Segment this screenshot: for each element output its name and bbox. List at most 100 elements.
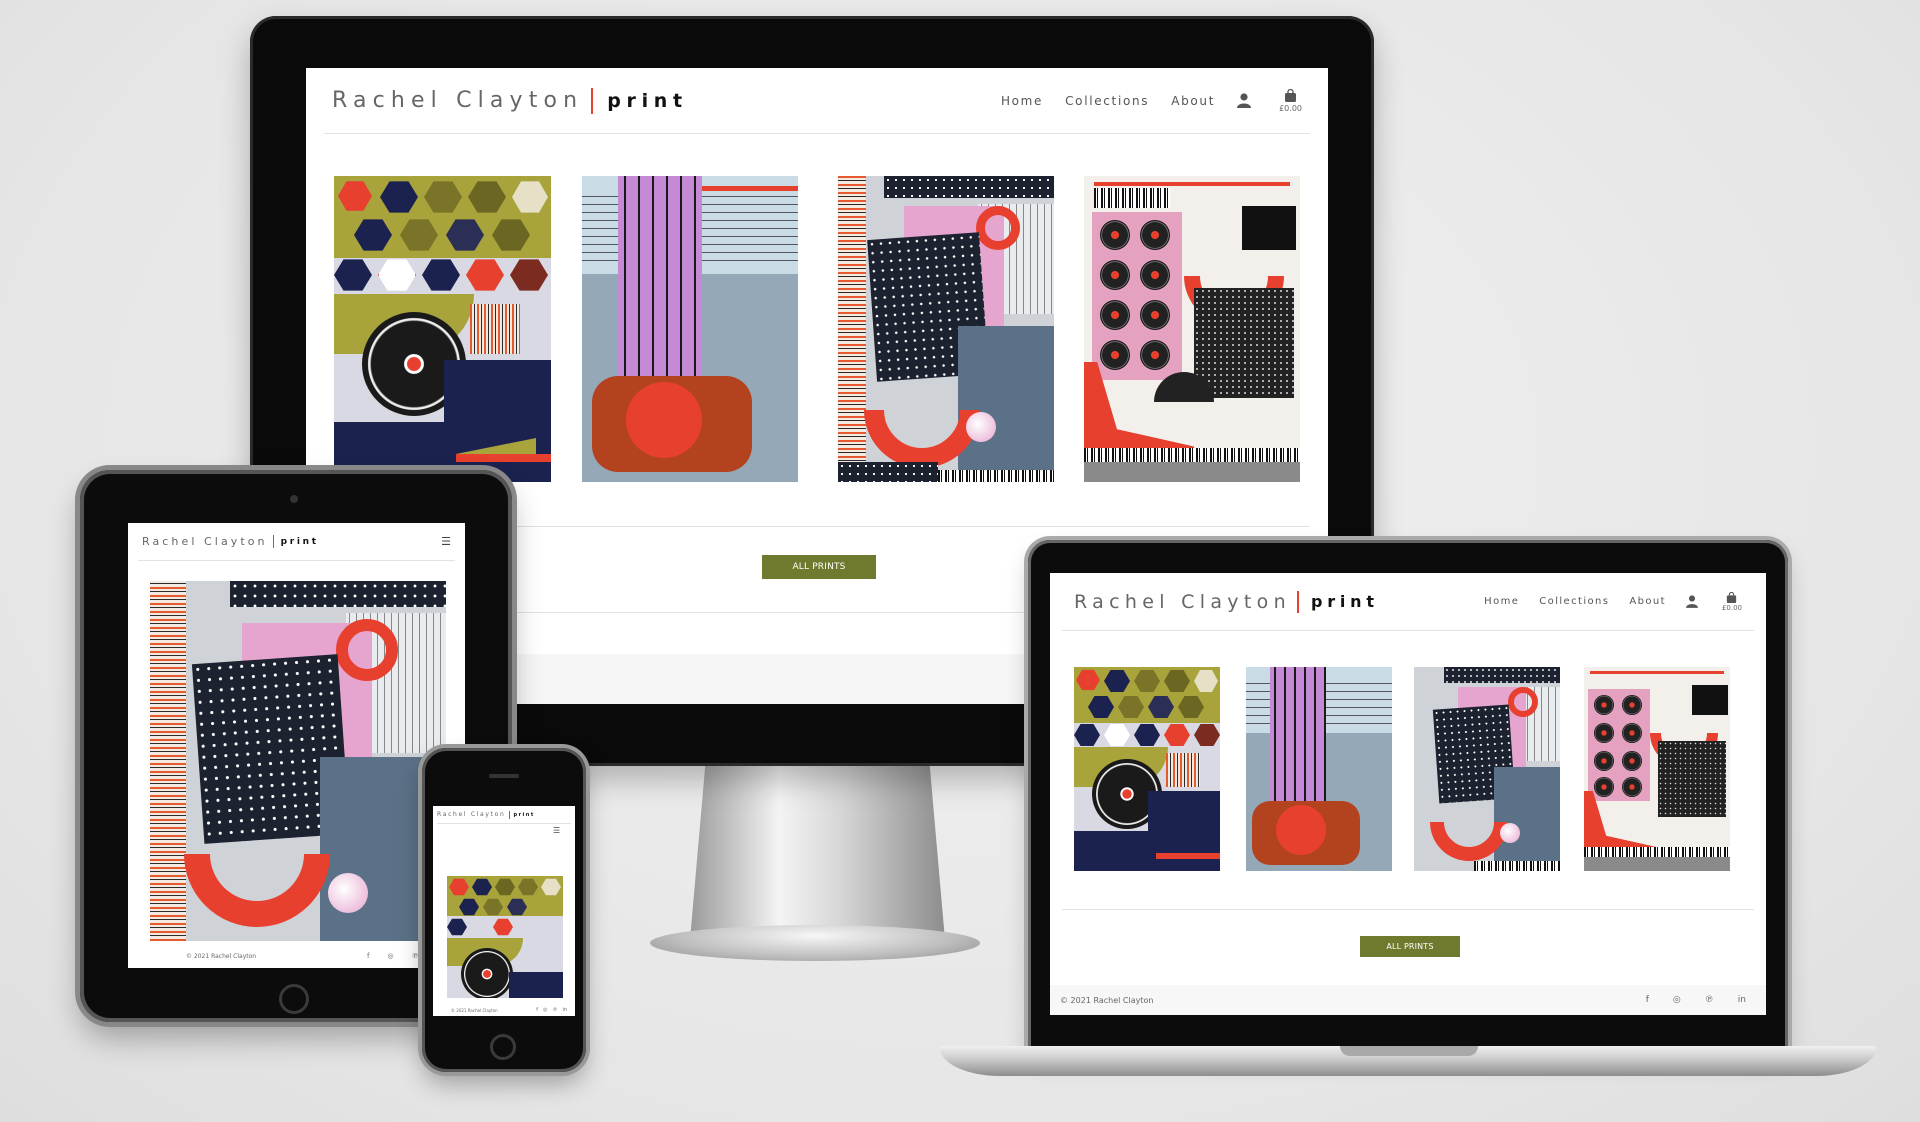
- slate-block: [1494, 767, 1560, 871]
- print-thumbnail[interactable]: [1084, 176, 1300, 482]
- cart-button[interactable]: £0.00: [1279, 88, 1302, 113]
- pink-dot: [966, 412, 996, 442]
- hexagon-shape: [422, 259, 460, 291]
- red-ring: [1508, 687, 1538, 717]
- record-disc: [461, 948, 513, 998]
- print-featured[interactable]: [447, 876, 563, 998]
- all-prints-button[interactable]: ALL PRINTS: [762, 555, 876, 579]
- barcode-strip: [1084, 448, 1300, 462]
- phone-home-button[interactable]: [490, 1034, 516, 1060]
- linkedin-icon[interactable]: in: [1738, 995, 1746, 1005]
- orange-stripes: [470, 304, 520, 354]
- print-featured[interactable]: [150, 581, 446, 941]
- nav-about[interactable]: About: [1171, 94, 1215, 108]
- print-thumbnail[interactable]: [1584, 667, 1730, 871]
- print-thumbnail[interactable]: [1074, 667, 1220, 871]
- linkedin-icon[interactable]: in: [562, 1007, 567, 1013]
- brand-logo[interactable]: Rachel Clayton print: [437, 810, 535, 819]
- pinterest-icon[interactable]: ℗: [1705, 995, 1714, 1005]
- brand-logo[interactable]: Rachel Clayton print: [1074, 590, 1379, 613]
- social-links: f ◎ ℗ in: [531, 1007, 571, 1013]
- nav-home[interactable]: Home: [1001, 94, 1043, 108]
- black-block: [1692, 685, 1728, 715]
- tablet-camera: [290, 495, 298, 503]
- speckle-band: [1444, 667, 1560, 683]
- pinterest-icon[interactable]: ℗: [412, 952, 419, 960]
- hexagon-shape: [447, 918, 467, 936]
- tablet-home-button[interactable]: [279, 984, 309, 1014]
- instagram-icon[interactable]: ◎: [388, 952, 394, 960]
- facebook-icon[interactable]: f: [536, 1007, 538, 1013]
- hamburger-menu-icon[interactable]: ☰: [553, 826, 560, 835]
- hexagon-shape: [334, 259, 372, 291]
- monitor-stand-base: [650, 925, 980, 961]
- nav-collections[interactable]: Collections: [1065, 94, 1149, 108]
- brand-divider: [591, 87, 594, 114]
- brand-logo[interactable]: Rachel Clayton print: [332, 87, 688, 114]
- noise-panel: [1194, 288, 1294, 398]
- stripe-base: [1474, 861, 1560, 871]
- facebook-icon[interactable]: f: [1646, 995, 1649, 1005]
- nav-about[interactable]: About: [1629, 596, 1666, 607]
- print-thumbnail[interactable]: [838, 176, 1054, 482]
- print-thumbnail[interactable]: [1246, 667, 1392, 871]
- laptop-footer: © 2021 Rachel Clayton f ◎ ℗ in: [1050, 985, 1766, 1015]
- red-line: [702, 186, 798, 191]
- brand-logo[interactable]: Rachel Clayton print: [142, 535, 319, 548]
- record-dot: [1594, 751, 1614, 771]
- shopping-bag-icon: [1726, 591, 1737, 603]
- record-dot: [1594, 723, 1614, 743]
- grey-base: [1084, 462, 1300, 482]
- speckle-band: [230, 581, 446, 607]
- navy-block: [509, 972, 563, 998]
- barcode-strip: [1584, 847, 1730, 857]
- cart-button[interactable]: £0.00: [1721, 591, 1742, 612]
- noise-panel: [1658, 741, 1726, 817]
- red-ring: [976, 206, 1020, 250]
- pink-dot: [328, 873, 368, 913]
- copyright: © 2021 Rachel Clayton: [451, 1007, 498, 1013]
- black-texture: [1094, 188, 1170, 208]
- all-prints-button[interactable]: ALL PRINTS: [1360, 936, 1460, 957]
- striped-column: [838, 176, 866, 482]
- record-dot: [1100, 220, 1130, 250]
- facebook-icon[interactable]: f: [367, 952, 369, 960]
- hexagon-shape: [378, 259, 416, 291]
- user-icon[interactable]: [1685, 595, 1698, 608]
- red-strip: [1156, 853, 1220, 859]
- brand-divider: [508, 810, 510, 819]
- brand-suffix: print: [1310, 592, 1379, 611]
- desktop-header: Rachel Clayton print Home Collections Ab…: [324, 68, 1310, 134]
- navy-block: [444, 360, 551, 482]
- hexagon-shape: [1104, 723, 1130, 747]
- print-thumbnail[interactable]: [334, 176, 551, 482]
- nav-collections[interactable]: Collections: [1539, 596, 1609, 607]
- red-line: [1590, 671, 1724, 674]
- nav-home[interactable]: Home: [1484, 596, 1519, 607]
- hexagon-shape: [1074, 723, 1100, 747]
- instagram-icon[interactable]: ◎: [543, 1007, 547, 1013]
- copyright: © 2021 Rachel Clayton: [186, 952, 257, 960]
- record-dot: [1594, 777, 1614, 797]
- print-thumbnail[interactable]: [582, 176, 798, 482]
- monitor-stand-neck: [690, 765, 945, 940]
- instagram-icon[interactable]: ◎: [1673, 995, 1681, 1005]
- brand-name: Rachel Clayton: [332, 88, 584, 113]
- hexagon-shape: [466, 259, 504, 291]
- brand-suffix: print: [513, 811, 535, 818]
- print-thumbnail[interactable]: [1414, 667, 1560, 871]
- record-dot: [1100, 340, 1130, 370]
- speckle-band: [838, 462, 938, 482]
- record-dot: [1622, 777, 1642, 797]
- record-dot: [1100, 260, 1130, 290]
- cart-total: £0.00: [1721, 603, 1742, 612]
- laptop-notch: [1340, 1046, 1478, 1056]
- brand-name: Rachel Clayton: [1074, 590, 1291, 613]
- lilac-strip: [1270, 667, 1326, 811]
- pinterest-icon[interactable]: ℗: [552, 1007, 557, 1013]
- navy-block: [1148, 791, 1220, 871]
- record-dot: [1622, 751, 1642, 771]
- hamburger-menu-icon[interactable]: ☰: [441, 535, 451, 548]
- user-icon[interactable]: [1237, 93, 1252, 108]
- brand-name: Rachel Clayton: [142, 535, 268, 548]
